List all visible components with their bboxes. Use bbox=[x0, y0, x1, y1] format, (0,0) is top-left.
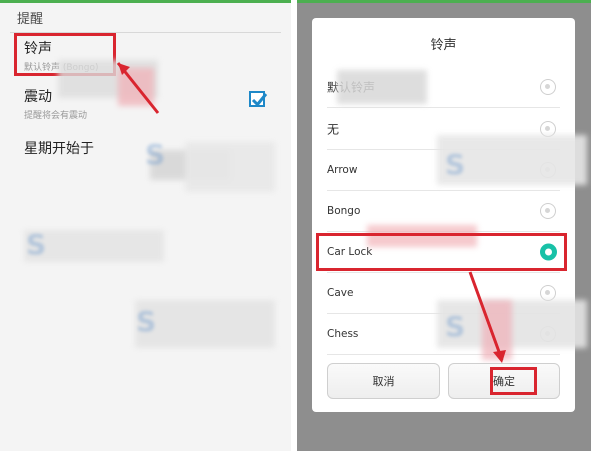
radio-button[interactable] bbox=[540, 202, 556, 219]
radio-button[interactable] bbox=[540, 284, 556, 301]
blurred-watermark bbox=[185, 142, 275, 192]
week-start-preference[interactable]: 星期开始于 bbox=[24, 138, 94, 158]
annotation-arrow bbox=[116, 62, 160, 114]
confirm-highlight-box bbox=[490, 367, 537, 395]
ringtone-option-label: Arrow bbox=[327, 163, 358, 176]
checkmark-icon bbox=[251, 93, 268, 107]
annotation-arrow bbox=[468, 271, 506, 363]
vibrate-summary: 提醒将会有震动 bbox=[24, 111, 88, 121]
blurred-watermark bbox=[337, 70, 427, 104]
section-header-reminder: 提醒 bbox=[17, 12, 44, 27]
ringtone-option-label: Cave bbox=[327, 286, 354, 299]
car-lock-highlight-box bbox=[316, 233, 567, 271]
cancel-button[interactable]: 取消 bbox=[327, 363, 440, 399]
radio-button[interactable] bbox=[540, 78, 556, 95]
week-start-title: 星期开始于 bbox=[24, 141, 94, 157]
row-divider bbox=[327, 354, 560, 355]
status-bar-accent bbox=[297, 0, 591, 3]
ringtone-option-label: 无 bbox=[327, 122, 340, 136]
vibrate-checkbox[interactable] bbox=[249, 91, 268, 107]
watermark-logo-mark: S bbox=[26, 228, 47, 261]
watermark-logo-mark: S bbox=[136, 305, 157, 338]
watermark-logo-mark: S bbox=[445, 148, 466, 181]
cancel-button-label: 取消 bbox=[372, 375, 395, 388]
ringtone-option-label: Bongo bbox=[327, 204, 361, 217]
status-bar-accent bbox=[0, 0, 291, 3]
settings-screen: 提醒 铃声 默认铃声 (Bongo) 震动 提醒将会有震动 星期开始于 S S … bbox=[0, 0, 291, 451]
watermark-logo-mark: S bbox=[145, 138, 166, 171]
ringtone-option-label: Chess bbox=[327, 327, 359, 340]
dialog-title: 铃声 bbox=[430, 38, 457, 53]
